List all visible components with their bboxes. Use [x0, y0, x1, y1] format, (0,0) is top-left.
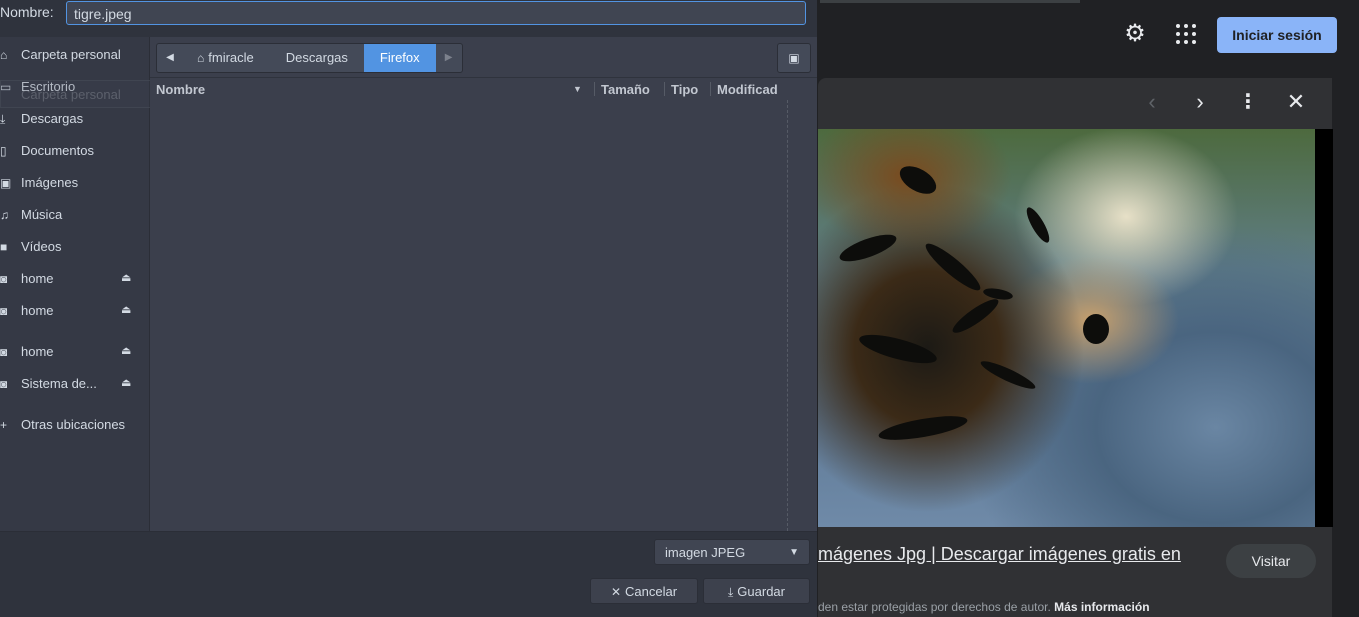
column-separator: [594, 82, 595, 96]
more-vert-icon[interactable]: ⋮: [1236, 90, 1260, 114]
file-type-select[interactable]: imagen JPEG ▼: [654, 539, 810, 565]
path-segment-label: fmiracle: [208, 50, 254, 65]
save-label: Guardar: [737, 584, 785, 599]
sidebar-item-label: home: [21, 303, 54, 318]
result-title-link[interactable]: mágenes Jpg | Descargar imágenes gratis …: [818, 544, 1181, 565]
chevron-left-icon[interactable]: ‹: [1140, 90, 1164, 114]
column-resize-guide: [787, 100, 788, 531]
drive-icon: ◙: [0, 272, 8, 286]
sidebar-item-documents[interactable]: ▯ Documentos: [0, 136, 149, 166]
column-header-modified[interactable]: Modificad: [717, 82, 778, 97]
image-edge: [1315, 129, 1333, 527]
chevron-down-icon: ▼: [789, 547, 799, 558]
cancel-button[interactable]: ✕ Cancelar: [590, 578, 698, 604]
sidebar-item-drive[interactable]: ◙ home ⏏: [0, 264, 149, 294]
sidebar-item-label: Descargas: [21, 111, 84, 126]
home-icon: ⌂: [0, 48, 8, 62]
sidebar-item-label: Vídeos: [21, 239, 62, 254]
save-icon: ⤓: [727, 585, 734, 599]
path-segment-downloads[interactable]: Descargas: [270, 44, 364, 72]
sidebar-item-drive[interactable]: ◙ home ⏏: [0, 337, 149, 367]
gear-icon[interactable]: ⚙: [1119, 18, 1151, 50]
sign-in-button[interactable]: Iniciar sesión: [1217, 17, 1337, 53]
eject-icon[interactable]: ⏏: [121, 344, 131, 357]
sidebar-item-label: Imágenes: [21, 175, 79, 190]
save-file-dialog: Nombre: tigre.jpeg ⌂ Carpeta personal ▭ …: [0, 0, 817, 617]
path-bar: ◀ ⌂ fmiracle Descargas Firefox ▶: [156, 43, 463, 73]
file-type-value: imagen JPEG: [665, 545, 746, 560]
rights-text: den estar protegidas por derechos de aut…: [818, 600, 1051, 614]
file-list[interactable]: [150, 100, 786, 531]
sidebar-item-label: Carpeta personal: [21, 47, 121, 62]
column-separator: [710, 82, 711, 96]
path-scroll-left-icon[interactable]: ◀: [157, 44, 183, 72]
column-header-size[interactable]: Tamaño: [601, 82, 650, 97]
more-info-link[interactable]: Más información: [1054, 600, 1149, 614]
video-icon: ■: [0, 240, 8, 254]
plus-icon: +: [0, 418, 8, 432]
search-bar-edge: [820, 0, 1080, 3]
apps-grid-icon[interactable]: [1170, 18, 1202, 50]
save-button[interactable]: ⤓ Guardar: [703, 578, 810, 604]
path-segment-home[interactable]: ⌂ fmiracle: [183, 44, 270, 72]
new-folder-icon[interactable]: ▣: [777, 43, 811, 73]
path-scroll-right-icon[interactable]: ▶: [436, 44, 462, 72]
sidebar-item-videos[interactable]: ■ Vídeos: [0, 232, 149, 262]
close-icon[interactable]: ✕: [1284, 90, 1308, 114]
tiger-image[interactable]: [818, 129, 1315, 527]
music-icon: ♫: [0, 208, 9, 222]
chevron-right-icon[interactable]: ›: [1188, 90, 1212, 114]
eject-icon[interactable]: ⏏: [121, 271, 131, 284]
column-separator: [664, 82, 665, 96]
drive-icon: ◙: [0, 345, 8, 359]
drive-icon: ◙: [0, 377, 8, 391]
sidebar-item-other-locations[interactable]: + Otras ubicaciones: [0, 410, 149, 440]
sidebar-item-pictures[interactable]: ▣ Imágenes: [0, 168, 149, 198]
sidebar-item-label: Sistema de...: [21, 376, 97, 391]
close-icon: ✕: [610, 585, 622, 599]
sidebar-item-home[interactable]: ⌂ Carpeta personal: [0, 40, 149, 70]
column-header-name[interactable]: Nombre: [156, 82, 205, 97]
sidebar-item-label: Documentos: [21, 143, 94, 158]
image-icon: ▣: [0, 176, 12, 190]
eject-icon[interactable]: ⏏: [121, 303, 131, 316]
sidebar-item-label: home: [21, 271, 54, 286]
home-icon: ⌂: [197, 51, 205, 65]
filename-input[interactable]: tigre.jpeg: [66, 1, 806, 25]
visit-button[interactable]: Visitar: [1226, 544, 1316, 578]
eject-icon[interactable]: ⏏: [121, 376, 131, 389]
sort-down-icon[interactable]: ▼: [573, 84, 582, 94]
sidebar-item-drive[interactable]: ◙ home ⏏: [0, 296, 149, 326]
action-row: ✕ Cancelar ⤓ Guardar: [0, 571, 817, 617]
download-icon: ⤓: [0, 112, 6, 126]
sidebar-item-system[interactable]: ◙ Sistema de... ⏏: [0, 369, 149, 399]
path-segment-firefox[interactable]: Firefox: [363, 44, 436, 72]
file-browser-pane: ◀ ⌂ fmiracle Descargas Firefox ▶ ▣ Nombre…: [150, 37, 817, 531]
sidebar-item-label: home: [21, 344, 54, 359]
sidebar-item-label: Música: [21, 207, 63, 222]
column-header-row: Nombre ▼ Tamaño Tipo Modificad: [150, 78, 790, 100]
filename-row: Nombre: tigre.jpeg: [0, 0, 817, 37]
filter-row: imagen JPEG ▼: [0, 531, 817, 572]
sidebar-item-music[interactable]: ♫ Música: [0, 200, 149, 230]
filename-label: Nombre:: [0, 4, 54, 20]
drive-icon: ◙: [0, 304, 8, 318]
places-sidebar: ⌂ Carpeta personal ▭ Escritorio ⤓ Descar…: [0, 37, 150, 531]
rights-notice: den estar protegidas por derechos de aut…: [818, 600, 1150, 614]
document-icon: ▯: [0, 144, 7, 158]
column-header-type[interactable]: Tipo: [671, 82, 698, 97]
cancel-label: Cancelar: [625, 584, 678, 599]
sidebar-item-label: Otras ubicaciones: [21, 417, 126, 432]
